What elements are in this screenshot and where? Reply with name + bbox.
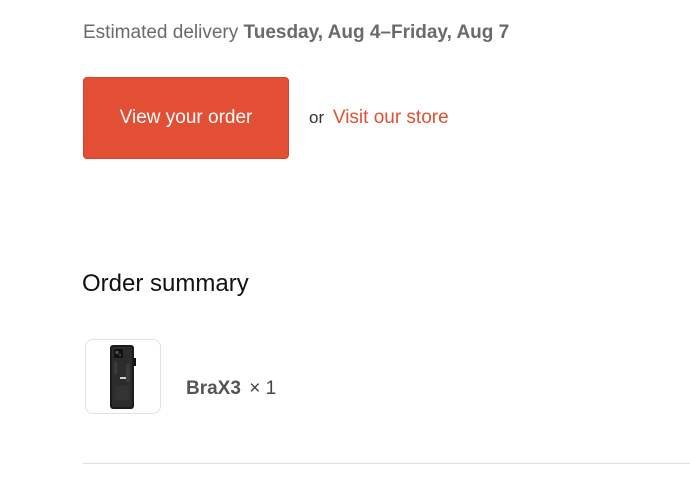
or-visit-store: or Visit our store [309,107,449,129]
visit-store-link[interactable]: Visit our store [333,107,449,128]
product-quantity: × 1 [249,378,277,399]
order-summary-title: Order summary [82,270,249,297]
divider [83,463,690,464]
estimated-delivery-label: Estimated delivery [83,22,239,43]
product-thumbnail [85,339,161,414]
product-line: BraX3 × 1 [186,378,276,400]
product-name: BraX3 [186,378,241,399]
view-order-button[interactable]: View your order [83,77,289,159]
estimated-delivery: Estimated delivery Tuesday, Aug 4–Friday… [83,22,509,44]
order-confirmation-page: Estimated delivery Tuesday, Aug 4–Friday… [0,0,690,479]
estimated-delivery-dates: Tuesday, Aug 4–Friday, Aug 7 [243,22,510,43]
or-text: or [309,108,325,127]
phone-product-icon [110,344,136,409]
